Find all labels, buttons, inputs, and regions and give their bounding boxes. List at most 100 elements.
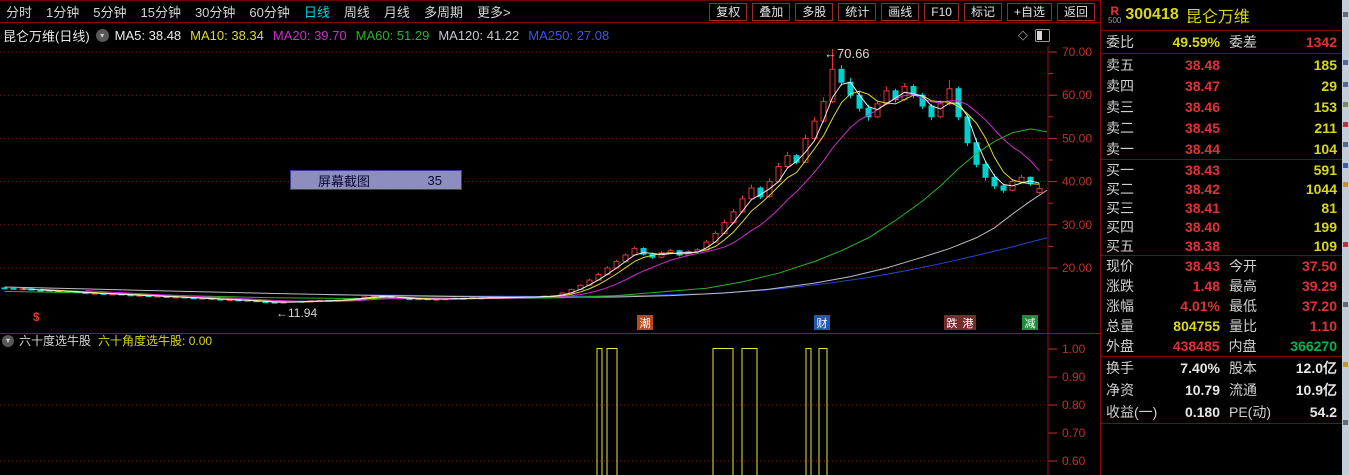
tool-button-1[interactable]: 叠加 xyxy=(752,2,791,21)
queue-label: 买四 xyxy=(1106,218,1134,235)
period-tab-5[interactable]: 60分钟 xyxy=(249,2,289,21)
bid-row[interactable]: 买三 38.41 81 xyxy=(1101,198,1342,217)
margin-badge-icon: R 500 xyxy=(1108,5,1121,25)
weibi-value: 49.59% xyxy=(1172,34,1220,50)
svg-text:财: 财 xyxy=(817,316,828,330)
queue-label: 买五 xyxy=(1106,237,1134,254)
edge-icon-2[interactable] xyxy=(1343,82,1348,87)
queue-volume: 199 xyxy=(1313,218,1337,235)
period-tab-7[interactable]: 周线 xyxy=(344,2,370,21)
edge-icon-0[interactable] xyxy=(1343,12,1348,17)
diamond-marker-icon[interactable]: ◇ xyxy=(1018,27,1028,43)
svg-text:0.70: 0.70 xyxy=(1062,426,1086,440)
ask-row[interactable]: 卖五 38.48 185 xyxy=(1101,54,1342,75)
stat-label: 最低 xyxy=(1229,298,1257,314)
stat-value: 438485 xyxy=(1172,338,1220,354)
screenshot-popup[interactable]: 屏幕截图 35 xyxy=(290,170,462,190)
tool-button-7[interactable]: +自选 xyxy=(1006,2,1052,21)
tool-button-2[interactable]: 多股 xyxy=(795,2,834,21)
quote-stats: 现价 38.43 今开 37.50 涨跌 1.48 最高 39.29 涨幅 4.01% 最低 37.2… xyxy=(1101,256,1342,356)
period-tab-6[interactable]: 日线 xyxy=(304,2,330,21)
stat-value: 38.43 xyxy=(1184,258,1220,274)
indicator-chart[interactable]: 1.00 0.90 0.80 0.70 0.60 xyxy=(0,333,1100,475)
tool-button-3[interactable]: 统计 xyxy=(838,2,877,21)
edge-icon-11[interactable] xyxy=(1343,420,1348,425)
weibi-label: 委比 xyxy=(1106,34,1134,50)
stat-value: 1.48 xyxy=(1192,278,1220,294)
stat-value: 804755 xyxy=(1173,318,1220,334)
tool-button-8[interactable]: 返回 xyxy=(1056,2,1095,21)
queue-price: 38.46 xyxy=(1184,98,1220,115)
ask-row[interactable]: 卖三 38.46 153 xyxy=(1101,96,1342,117)
indicator-title: 六十度选牛股 xyxy=(19,334,92,348)
period-tab-8[interactable]: 月线 xyxy=(384,2,410,21)
stat-row: 收益(一) 0.180 PE(动) 54.2 xyxy=(1101,401,1342,423)
period-tab-10[interactable]: 更多> xyxy=(477,2,511,21)
period-tab-4[interactable]: 30分钟 xyxy=(195,2,235,21)
queue-volume: 591 xyxy=(1313,161,1337,178)
ma-value-undefined: MA20: 39.70 xyxy=(272,27,347,43)
stat-label: 流通 xyxy=(1229,382,1257,398)
edge-icon-5[interactable] xyxy=(1343,142,1348,147)
edge-icon-1[interactable] xyxy=(1343,60,1348,65)
stat-value: 7.40% xyxy=(1180,360,1220,376)
bid-row[interactable]: 买四 38.40 199 xyxy=(1101,217,1342,236)
edge-icon-8[interactable] xyxy=(1343,242,1348,247)
edge-icon-10[interactable] xyxy=(1343,362,1348,367)
queue-label: 买二 xyxy=(1106,180,1134,197)
edge-icon-6[interactable] xyxy=(1343,163,1348,168)
chevron-down-icon[interactable]: ▾ xyxy=(95,28,109,42)
bid-queue: 买一 38.43 591 买二 38.42 1044 买三 38.41 81 买四 38.40 199… xyxy=(1101,160,1342,255)
tool-button-4[interactable]: 画线 xyxy=(881,2,920,21)
tool-button-0[interactable]: 复权 xyxy=(709,2,748,21)
tool-button-5[interactable]: F10 xyxy=(924,2,959,21)
svg-text:←11.94: ←11.94 xyxy=(276,306,317,320)
stat-label: 内盘 xyxy=(1228,338,1257,354)
period-tab-9[interactable]: 多周期 xyxy=(424,2,463,21)
quote-panel-header: R 500 300418 昆仑万维 xyxy=(1101,0,1342,31)
stat-label: 总量 xyxy=(1106,318,1134,334)
ask-row[interactable]: 卖二 38.45 211 xyxy=(1101,117,1342,138)
stock-code: 300418 xyxy=(1125,6,1179,23)
bid-row[interactable]: 买二 38.42 1044 xyxy=(1101,179,1342,198)
period-tab-0[interactable]: 分时 xyxy=(6,2,32,21)
queue-volume: 109 xyxy=(1313,237,1337,254)
ask-row[interactable]: 卖四 38.47 29 xyxy=(1101,75,1342,96)
period-tab-3[interactable]: 15分钟 xyxy=(140,2,180,21)
queue-price: 38.42 xyxy=(1184,180,1220,197)
panel-divider xyxy=(1101,423,1342,424)
screenshot-popup-label: 屏幕截图 xyxy=(318,173,371,189)
tool-button-6[interactable]: 标记 xyxy=(963,2,1002,21)
queue-label: 买一 xyxy=(1106,161,1134,178)
edge-icon-7[interactable] xyxy=(1343,182,1348,187)
queue-price: 38.41 xyxy=(1184,199,1220,216)
bid-row[interactable]: 买五 38.38 109 xyxy=(1101,236,1342,255)
ask-row[interactable]: 卖一 38.44 104 xyxy=(1101,138,1342,159)
stat-value: 366270 xyxy=(1290,338,1337,354)
side-icon-strip[interactable] xyxy=(1342,0,1349,475)
queue-volume: 81 xyxy=(1321,199,1337,216)
period-tab-2[interactable]: 5分钟 xyxy=(93,2,126,21)
stock-name: 昆仑万维 xyxy=(1185,9,1250,26)
ma-value-undefined: MA5: 38.48 xyxy=(114,27,182,43)
svg-text:减: 减 xyxy=(1025,317,1036,330)
collapse-chevron-icon[interactable]: ▾ xyxy=(2,334,14,347)
split-panel-icon[interactable] xyxy=(1035,28,1050,42)
weicha-value: 1342 xyxy=(1305,34,1337,50)
edge-icon-9[interactable] xyxy=(1343,302,1348,307)
screenshot-popup-count: 35 xyxy=(427,172,442,188)
stat-row: 现价 38.43 今开 37.50 xyxy=(1101,256,1342,276)
edge-icon-4[interactable] xyxy=(1343,122,1348,127)
svg-text:0.90: 0.90 xyxy=(1062,370,1086,384)
period-tab-1[interactable]: 1分钟 xyxy=(46,2,79,21)
bid-row[interactable]: 买一 38.43 591 xyxy=(1101,160,1342,179)
svg-text:←70.66: ←70.66 xyxy=(824,46,870,61)
stat-label: 量比 xyxy=(1229,318,1257,334)
candlestick-chart[interactable]: 70.00 60.00 50.00 40.00 30.00 20.00 ←70.66 ←11.… xyxy=(0,46,1100,333)
queue-price: 38.47 xyxy=(1184,77,1220,94)
indicator-readout-value: 0.00 xyxy=(188,334,213,348)
edge-icon-3[interactable] xyxy=(1343,102,1348,107)
svg-text:跌: 跌 xyxy=(947,316,958,330)
queue-label: 卖一 xyxy=(1106,140,1134,157)
svg-text:0.80: 0.80 xyxy=(1062,398,1086,412)
